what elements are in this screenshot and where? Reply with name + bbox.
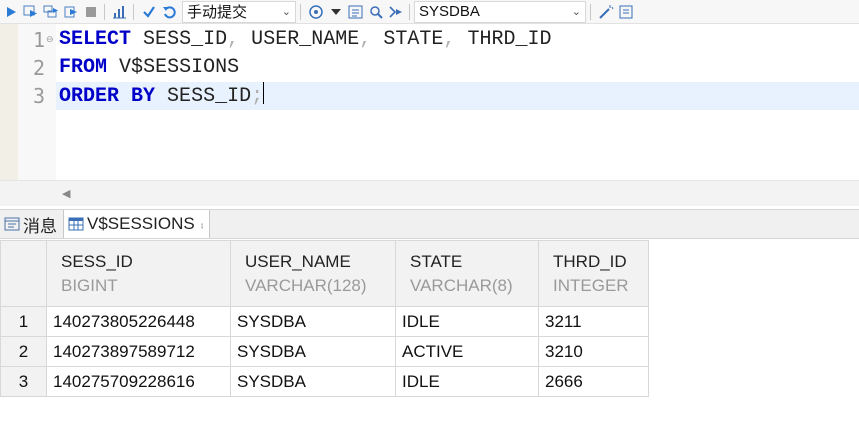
toolbar-separator [104,3,105,20]
sql-punctuation: , [227,28,240,51]
row-number[interactable]: 3 [0,366,47,397]
tab-label: V$SESSIONS [87,214,195,233]
run-new-tab-icon[interactable] [22,3,40,21]
result-grid[interactable]: SESS_ID BIGINT USER_NAME VARCHAR(128) ST… [0,240,649,397]
table-row[interactable]: 3 140275709228616 SYSDBA IDLE 2666 [0,366,649,397]
chevron-down-icon: ⌄ [281,6,291,18]
commit-mode-value: 手动提交 [187,4,248,21]
column-header-thrd-id[interactable]: THRD_ID INTEGER [538,240,649,307]
editor-line[interactable]: 3 ORDER BY SESS_ID; [0,82,859,110]
row-number-header[interactable] [0,240,47,307]
column-header-sess-id[interactable]: SESS_ID BIGINT [46,240,231,307]
column-header-user-name[interactable]: USER_NAME VARCHAR(128) [230,240,396,307]
editor-horizontal-scrollbar[interactable]: ◀ [0,180,859,206]
column-name: SESS_ID [61,251,133,271]
toolbar-separator [409,3,410,20]
editor-line[interactable]: 1 ⊖ SELECT SESS_ID, USER_NAME, STATE, TH… [0,26,859,54]
code-text: SELECT SESS_ID, USER_NAME, STATE, THRD_I… [59,26,552,54]
toolbar: 手动提交 ⌄ SYSDBA ⌄ [0,0,859,24]
commit-icon[interactable] [140,3,158,21]
line-number: 2 [32,56,45,80]
explain-icon[interactable] [111,3,129,21]
commit-mode-select[interactable]: 手动提交 ⌄ [182,0,296,23]
run-script-icon[interactable] [42,3,60,21]
grid-header-row: SESS_ID BIGINT USER_NAME VARCHAR(128) ST… [0,240,649,307]
cell-state[interactable]: IDLE [395,366,539,397]
run-icon[interactable] [2,3,20,21]
scroll-left-icon[interactable]: ◀ [62,187,70,200]
line-number: 3 [32,84,45,108]
tab-label: 消息 [23,216,57,236]
sql-punctuation: , [359,28,372,51]
column-type: BIGINT [61,275,118,295]
chevron-down-icon: ⌄ [571,6,581,18]
table-row[interactable]: 1 140273805226448 SYSDBA IDLE 3211 [0,306,649,337]
result-tabs: 消息 V$SESSIONS ⨾ [0,209,859,239]
cell-sess-id[interactable]: 140273897589712 [46,336,231,367]
table-icon [68,216,84,232]
toolbar-separator [300,3,301,20]
toolbar-separator [133,3,134,20]
row-number[interactable]: 2 [0,336,47,367]
sql-keyword: SELECT [59,28,132,51]
sql-keyword: FROM [59,56,108,79]
text-caret [263,82,265,104]
sql-keyword: ORDER BY [59,85,156,108]
sql-punctuation: ; [251,85,264,108]
cell-state[interactable]: IDLE [395,306,539,337]
table-row[interactable]: 2 140273897589712 SYSDBA ACTIVE 3210 [0,336,649,367]
code-text: FROM V$SESSIONS [59,54,239,82]
sql-editor[interactable]: 1 ⊖ SELECT SESS_ID, USER_NAME, STATE, TH… [0,24,859,180]
row-number[interactable]: 1 [0,306,47,337]
editor-line[interactable]: 2 FROM V$SESSIONS [0,54,859,82]
format-icon[interactable] [347,3,365,21]
cell-sess-id[interactable]: 140273805226448 [46,306,231,337]
column-header-state[interactable]: STATE VARCHAR(8) [395,240,539,307]
magic-icon[interactable] [597,3,615,21]
cell-thrd-id[interactable]: 2666 [538,366,649,397]
close-icon[interactable]: ⨾ [201,216,204,232]
line-number: 1 [32,28,45,52]
code-text: ORDER BY SESS_ID; [59,82,265,111]
cell-thrd-id[interactable]: 3210 [538,336,649,367]
find-icon[interactable] [367,3,385,21]
message-icon [4,216,20,232]
connection-user-value: SYSDBA [419,3,480,20]
toolbar-separator [590,3,591,20]
rollback-icon[interactable] [160,3,178,21]
run-selection-icon[interactable] [62,3,80,21]
connection-select[interactable]: SYSDBA ⌄ [414,0,586,23]
column-type: INTEGER [553,275,629,295]
cell-user-name[interactable]: SYSDBA [230,306,396,337]
cell-user-name[interactable]: SYSDBA [230,336,396,367]
cell-state[interactable]: ACTIVE [395,336,539,367]
cell-user-name[interactable]: SYSDBA [230,366,396,397]
column-name: THRD_ID [553,251,627,271]
fold-collapse-icon[interactable]: ⊖ [46,35,54,44]
stop-icon[interactable] [82,3,100,21]
navigate-icon[interactable] [387,3,405,21]
tab-messages[interactable]: 消息 [0,210,63,238]
sql-punctuation: , [443,28,456,51]
sql-text: SESS_ID, USER_NAME, STATE, THRD_ID [143,28,552,51]
sql-text: V$SESSIONS [119,56,240,79]
column-type: VARCHAR(128) [245,275,367,295]
cell-sess-id[interactable]: 140275709228616 [46,366,231,397]
layout-icon[interactable] [617,3,635,21]
cell-thrd-id[interactable]: 3211 [538,306,649,337]
column-type: VARCHAR(8) [410,275,513,295]
sql-text: SESS_ID; [167,85,264,108]
dropdown-arrow-icon[interactable] [327,3,345,21]
column-name: STATE [410,251,463,271]
tab-v-sessions[interactable]: V$SESSIONS ⨾ [63,210,211,238]
target-icon[interactable] [307,3,325,21]
column-name: USER_NAME [245,251,351,271]
